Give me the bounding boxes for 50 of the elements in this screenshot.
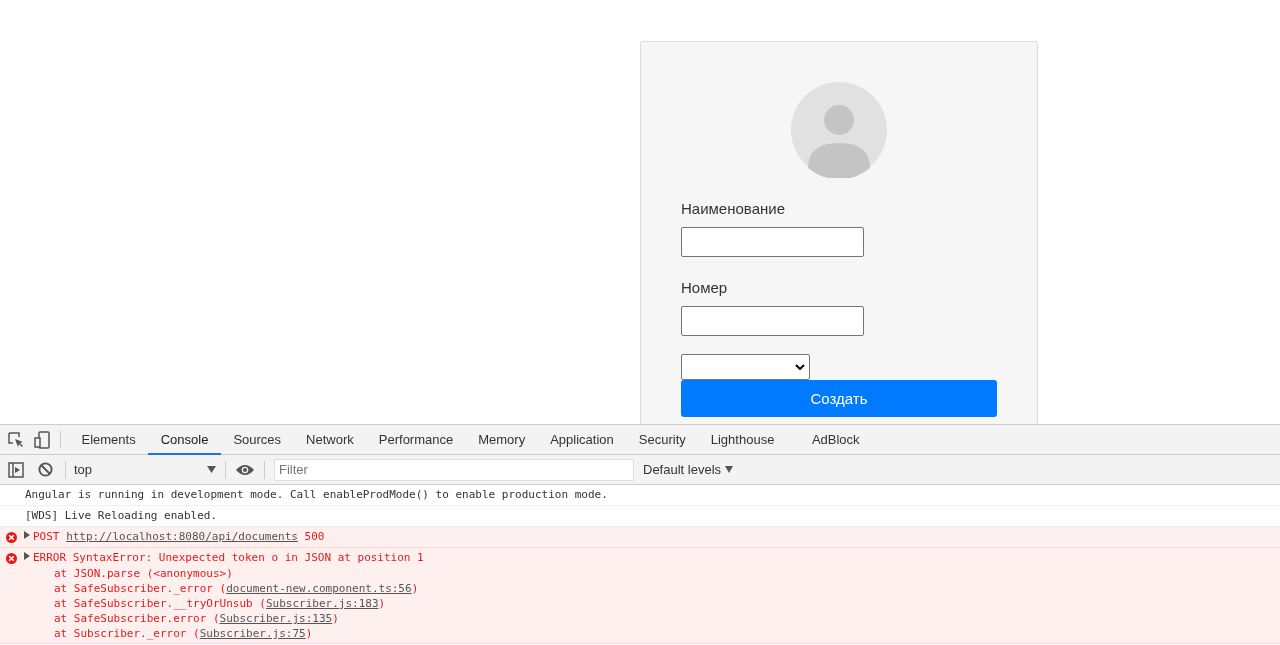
console-text: at SafeSubscriber._error ( [54,582,227,595]
source-link[interactable]: document-new.component.ts:56 [226,582,412,595]
source-link[interactable]: Subscriber.js:135 [219,612,333,625]
eye-icon[interactable] [235,463,255,476]
console-text: ERROR SyntaxError: Unexpected token o in JSON at position 1 [33,551,424,564]
dropdown-triangle-icon [207,466,216,473]
devtools-tab[interactable]: Application [537,425,627,455]
dropdown-select[interactable] [681,354,810,380]
dropdown-triangle-icon [725,466,734,473]
devtools-tab[interactable]: Security [626,425,699,455]
context-selector[interactable]: top [66,462,216,477]
console-text: ) [332,612,339,625]
console-message: Angular is running in development mode. Call enableProdMode() to enable production mode. [25,488,608,501]
console-text: ) [378,597,386,610]
devtools-tab[interactable]: Lighthouse [698,425,800,455]
devtools-tab[interactable]: AdBlock [799,425,873,455]
field-label: Номер [681,279,728,296]
filter-input[interactable]: Filter [274,458,634,481]
console-message: [WDS] Live Reloading enabled. [25,509,218,522]
devtools-tab[interactable]: Network [293,425,367,455]
device-toolbar-icon[interactable] [34,430,50,449]
console-text: at JSON.parse (<anonymous>) [54,567,233,580]
console-text: at Subscriber._error ( [54,627,200,640]
console-text: at SafeSubscriber.__tryOrUnsub ( [54,597,266,610]
text-input[interactable] [681,227,864,257]
console-text: 500 [303,530,325,543]
error-icon [6,553,17,564]
source-link[interactable]: Subscriber.js:75 [199,627,306,640]
field-label: Наименование [681,200,785,217]
devtools-tab[interactable]: Performance [366,425,466,455]
console-text: ) [305,627,313,640]
sidebar-toggle-icon[interactable] [8,461,24,478]
expand-triangle-icon[interactable] [24,531,30,539]
console-text: ) [411,582,419,595]
chevron-down-icon [795,364,805,370]
create-button[interactable]: Создать [681,380,997,417]
devtools-tab[interactable]: Sources [220,425,294,455]
source-link[interactable]: http://localhost:8080/api/documents [66,530,298,543]
error-icon [6,532,17,543]
avatar-placeholder-icon [791,82,887,178]
console-text: at SafeSubscriber.error ( [54,612,220,625]
log-levels-dropdown[interactable]: Default levels [643,462,734,477]
source-link[interactable]: Subscriber.js:183 [265,597,379,610]
devtools-tab[interactable]: Elements [69,425,149,455]
devtools-tab[interactable]: Memory [465,425,538,455]
clear-console-icon[interactable] [38,462,53,477]
text-input[interactable] [681,306,864,336]
inspect-element-icon[interactable] [8,431,24,448]
console-text: POST [33,530,61,543]
expand-triangle-icon[interactable] [24,552,30,560]
